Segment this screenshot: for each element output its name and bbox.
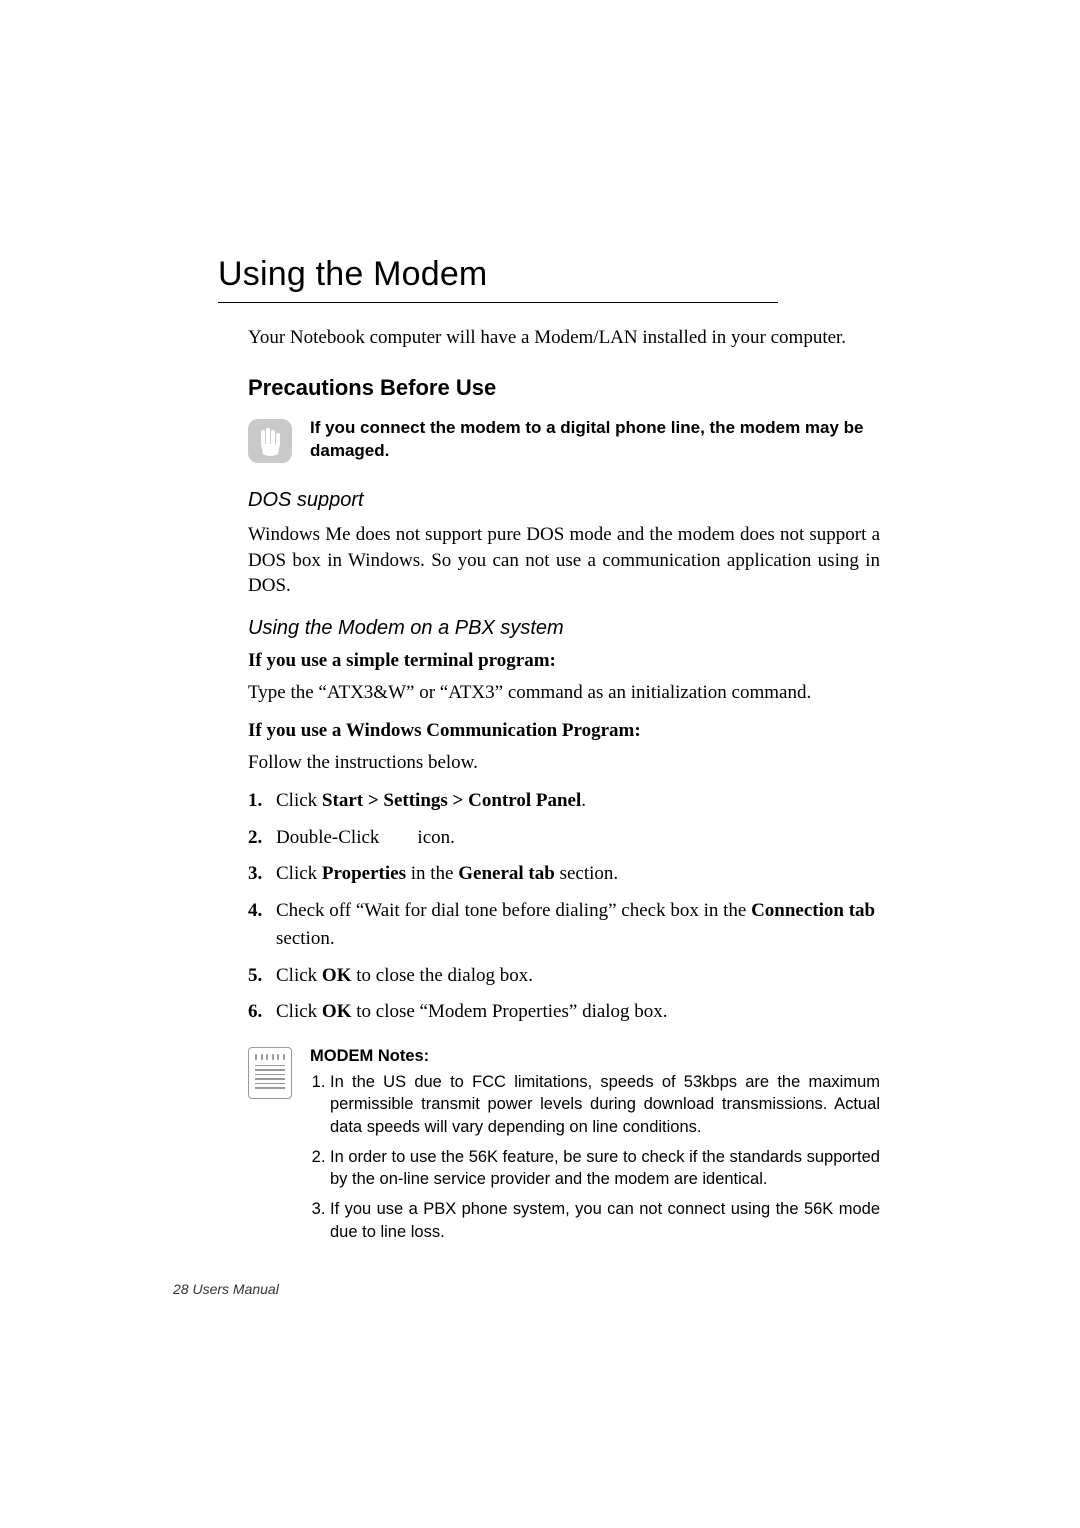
step-number: 3. [248, 860, 276, 889]
intro-paragraph: Your Notebook computer will have a Modem… [248, 327, 880, 349]
dos-support-heading: DOS support [248, 489, 880, 512]
note-item: In order to use the 56K feature, be sure… [330, 1146, 880, 1191]
dos-support-text: Windows Me does not support pure DOS mod… [248, 522, 880, 599]
step-bold: Connection tab [751, 900, 875, 921]
step-number: 4. [248, 897, 276, 954]
step-fragment: section. [555, 863, 618, 884]
step-fragment: to close “Modem Properties” dialog box. [351, 1001, 667, 1022]
note-item: In the US due to FCC limitations, speeds… [330, 1071, 880, 1138]
follow-instructions-text: Follow the instructions below. [248, 750, 880, 776]
step-item: 4. Check off “Wait for dial tone before … [248, 897, 880, 954]
step-fragment: Click [276, 1001, 322, 1022]
step-text: Click OK to close “Modem Properties” dia… [276, 998, 880, 1027]
step-bold: Properties [322, 863, 406, 884]
step-text: Click Start > Settings > Control Panel. [276, 787, 880, 816]
step-bold: General tab [458, 863, 555, 884]
warning-text: If you connect the modem to a digital ph… [310, 417, 880, 463]
note-item: If you use a PBX phone system, you can n… [330, 1198, 880, 1243]
precautions-heading: Precautions Before Use [248, 375, 880, 401]
step-fragment: Click [276, 965, 322, 986]
step-text: Double-Click icon. [276, 824, 880, 853]
title-rule [218, 302, 778, 303]
hand-stop-icon [248, 419, 292, 463]
step-number: 1. [248, 787, 276, 816]
notes-body: MODEM Notes: In the US due to FCC limita… [310, 1045, 880, 1251]
notepad-icon [248, 1047, 292, 1099]
step-item: 5. Click OK to close the dialog box. [248, 962, 880, 991]
step-fragment: section. [276, 928, 335, 949]
step-fragment: in the [406, 863, 458, 884]
step-bold: OK [322, 1001, 352, 1022]
step-bold: Start > Settings > Control Panel [322, 790, 581, 811]
step-bold: OK [322, 965, 352, 986]
terminal-subheading: If you use a simple terminal program: [248, 650, 880, 672]
step-number: 2. [248, 824, 276, 853]
windows-comm-subheading: If you use a Windows Communication Progr… [248, 720, 880, 742]
page-title: Using the Modem [218, 255, 880, 294]
step-item: 2. Double-Click icon. [248, 824, 880, 853]
notes-box: MODEM Notes: In the US due to FCC limita… [248, 1045, 880, 1251]
step-text: Click OK to close the dialog box. [276, 962, 880, 991]
page-footer: 28 Users Manual [173, 1281, 880, 1297]
step-text: Click Properties in the General tab sect… [276, 860, 880, 889]
step-text: Check off “Wait for dial tone before dia… [276, 897, 880, 954]
pbx-heading: Using the Modem on a PBX system [248, 617, 880, 640]
notes-title: MODEM Notes: [310, 1045, 880, 1067]
step-fragment: Click [276, 790, 322, 811]
notes-list: In the US due to FCC limitations, speeds… [310, 1071, 880, 1243]
step-fragment: Check off “Wait for dial tone before dia… [276, 900, 751, 921]
document-page: Using the Modem Your Notebook computer w… [0, 0, 1080, 1528]
step-fragment: . [581, 790, 586, 811]
step-number: 5. [248, 962, 276, 991]
warning-box: If you connect the modem to a digital ph… [248, 417, 880, 463]
step-fragment: to close the dialog box. [351, 965, 533, 986]
step-fragment: Click [276, 863, 322, 884]
step-item: 1. Click Start > Settings > Control Pane… [248, 787, 880, 816]
step-number: 6. [248, 998, 276, 1027]
step-item: 6. Click OK to close “Modem Properties” … [248, 998, 880, 1027]
terminal-command-text: Type the “ATX3&W” or “ATX3” command as a… [248, 680, 880, 706]
step-item: 3. Click Properties in the General tab s… [248, 860, 880, 889]
steps-list: 1. Click Start > Settings > Control Pane… [248, 787, 880, 1027]
